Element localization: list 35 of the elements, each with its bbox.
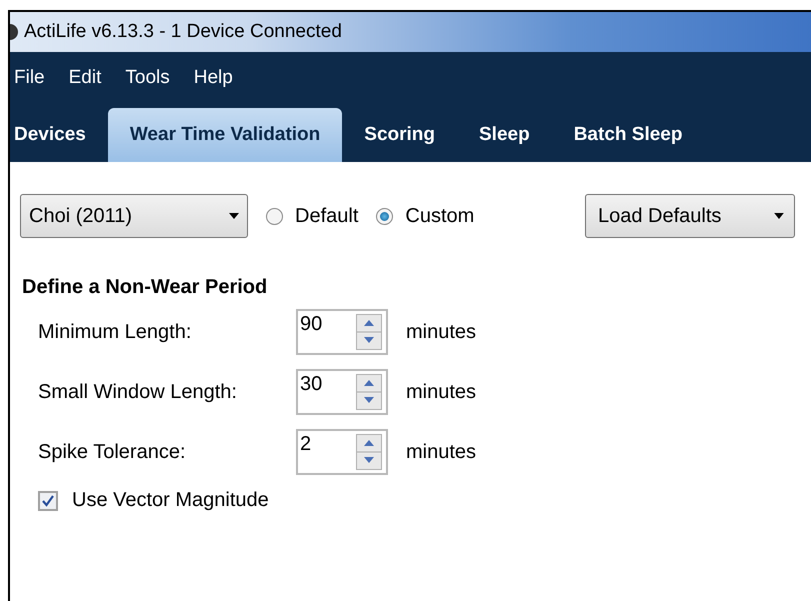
algorithm-dropdown[interactable]: Choi (2011)	[20, 194, 248, 238]
section-title: Define a Non-Wear Period	[22, 276, 268, 299]
radio-button[interactable]	[376, 208, 394, 224]
spin-field[interactable]: 90	[296, 309, 388, 355]
tab[interactable]: Scoring	[342, 108, 457, 162]
spinner-arrows[interactable]	[356, 434, 382, 470]
caret-icon	[774, 213, 784, 219]
unit-label: minutes	[406, 380, 476, 404]
setting-label: Minimum Length:	[38, 320, 192, 344]
spinner-arrows[interactable]	[356, 374, 382, 410]
checkbox-label: Use Vector Magnitude	[72, 489, 269, 512]
load-defaults-button[interactable]: Load Defaults	[585, 194, 795, 238]
menu-item[interactable]: Edit	[64, 67, 120, 89]
spinner-arrows[interactable]	[356, 314, 382, 350]
tab[interactable]: Batch Sleep	[552, 108, 704, 162]
spin-field[interactable]: 30	[296, 369, 388, 415]
checkmark-icon	[42, 494, 54, 506]
window-title: ActiLife v6.13.3 - 1 Device Connected	[24, 21, 342, 43]
unit-label: minutes	[406, 320, 476, 344]
tab[interactable]: Sleep	[457, 108, 552, 162]
unit-label: minutes	[406, 440, 476, 464]
caret-icon	[229, 213, 239, 219]
app-icon	[10, 24, 18, 40]
tab[interactable]: Devices	[10, 108, 108, 162]
tab[interactable]: Wear Time Validation	[108, 108, 342, 162]
radio-label: Custom	[405, 204, 474, 228]
radio-label: Default	[295, 204, 358, 228]
menu-item[interactable]: Help	[190, 67, 251, 89]
setting-label: Small Window Length:	[38, 380, 238, 404]
spin-field[interactable]: 2	[296, 429, 388, 475]
radio-button[interactable]	[266, 208, 283, 224]
setting-label: Spike Tolerance:	[38, 440, 186, 464]
menu-item[interactable]: File	[10, 67, 63, 89]
checkbox[interactable]	[38, 490, 58, 510]
menu-item[interactable]: Tools	[121, 67, 188, 89]
